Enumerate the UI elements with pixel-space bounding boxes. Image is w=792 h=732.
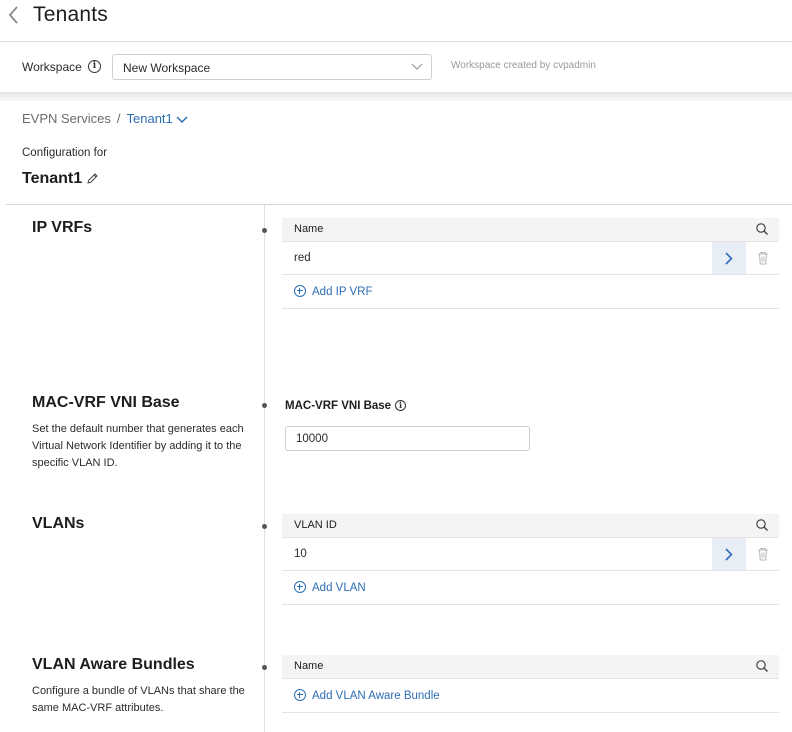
header-divider	[6, 204, 792, 205]
config-label: Configuration for	[22, 147, 108, 159]
vlans-table: VLAN ID 10 Add VLAN	[282, 514, 779, 605]
breadcrumb-separator: /	[116, 111, 121, 126]
section-description-bundles: Configure a bundle of VLANs that share t…	[32, 685, 245, 714]
add-ip-vrf-button[interactable]: Add IP VRF	[294, 285, 373, 298]
pencil-icon[interactable]	[86, 172, 99, 185]
chevron-down-icon	[176, 116, 188, 124]
table-header: VLAN ID	[282, 514, 779, 538]
add-ip-vrf-label: Add IP VRF	[312, 286, 373, 298]
main-content: EVPN Services / Tenant1 Configuration for …	[6, 101, 792, 732]
section-bullet	[262, 228, 267, 233]
add-vlan-label: Add VLAN	[312, 582, 366, 594]
search-icon[interactable]	[755, 222, 769, 236]
trash-icon[interactable]	[757, 547, 769, 561]
workspace-label: Workspace	[22, 60, 82, 74]
ip-vrfs-table: Name red Add IP VRF	[282, 218, 779, 309]
column-header-name: Name	[294, 223, 324, 235]
section-timeline	[264, 205, 265, 732]
section-title-vlans: VLANs	[32, 515, 85, 532]
section-bullet	[262, 403, 267, 408]
chevron-right-icon	[725, 548, 733, 561]
breadcrumb-current-label: Tenant1	[126, 111, 173, 126]
page-title: Tenants	[33, 3, 108, 26]
search-icon[interactable]	[755, 659, 769, 673]
bundles-table: Name Add VLAN Aware Bundle	[282, 655, 779, 713]
section-bullet	[262, 665, 267, 670]
mac-vrf-field-label: MAC-VRF VNI Base	[285, 400, 392, 412]
open-row-button[interactable]	[712, 538, 746, 570]
vrf-name-cell: red	[294, 252, 311, 264]
search-icon[interactable]	[755, 518, 769, 532]
table-header: Name	[282, 655, 779, 679]
tenant-name: Tenant1	[22, 170, 83, 187]
plus-circle-icon	[294, 689, 306, 701]
section-title-ip-vrfs: IP VRFs	[32, 219, 93, 236]
column-header-name: Name	[294, 660, 324, 672]
table-row[interactable]: red	[282, 242, 779, 275]
breadcrumb-current[interactable]: Tenant1	[127, 111, 188, 126]
workspace-bar: Workspace i New Workspace Workspace crea…	[0, 42, 792, 93]
chevron-down-icon	[411, 63, 423, 70]
back-chevron-icon[interactable]	[6, 4, 22, 26]
breadcrumb-parent[interactable]: EVPN Services	[22, 111, 111, 126]
top-bar: Tenants	[0, 0, 792, 42]
column-header-vlan-id: VLAN ID	[294, 519, 337, 531]
table-header: Name	[282, 218, 779, 242]
mac-vrf-vni-base-input[interactable]	[285, 426, 530, 451]
info-icon[interactable]: i	[88, 60, 101, 73]
workspace-bar-shadow	[0, 93, 792, 101]
section-title-mac-vrf: MAC-VRF VNI Base	[32, 394, 180, 411]
add-row: Add VLAN Aware Bundle	[282, 679, 779, 713]
add-row: Add VLAN	[282, 571, 779, 605]
info-icon[interactable]: i	[395, 400, 406, 411]
workspace-meta: Workspace created by cvpadmin	[451, 60, 596, 71]
add-bundle-label: Add VLAN Aware Bundle	[312, 690, 440, 702]
open-row-button[interactable]	[712, 242, 746, 274]
plus-circle-icon	[294, 581, 306, 593]
add-vlan-aware-bundle-button[interactable]: Add VLAN Aware Bundle	[294, 689, 440, 702]
section-title-bundles: VLAN Aware Bundles	[32, 656, 195, 673]
plus-circle-icon	[294, 285, 306, 297]
add-vlan-button[interactable]: Add VLAN	[294, 581, 366, 594]
breadcrumb: EVPN Services / Tenant1	[22, 111, 188, 126]
vlan-id-cell: 10	[294, 548, 307, 560]
add-row: Add IP VRF	[282, 275, 779, 309]
workspace-select-value: New Workspace	[123, 61, 211, 75]
section-bullet	[262, 524, 267, 529]
trash-icon[interactable]	[757, 251, 769, 265]
section-description-mac-vrf: Set the default number that generates ea…	[32, 423, 244, 469]
chevron-right-icon	[725, 252, 733, 265]
table-row[interactable]: 10	[282, 538, 779, 571]
workspace-select[interactable]: New Workspace	[112, 54, 432, 80]
